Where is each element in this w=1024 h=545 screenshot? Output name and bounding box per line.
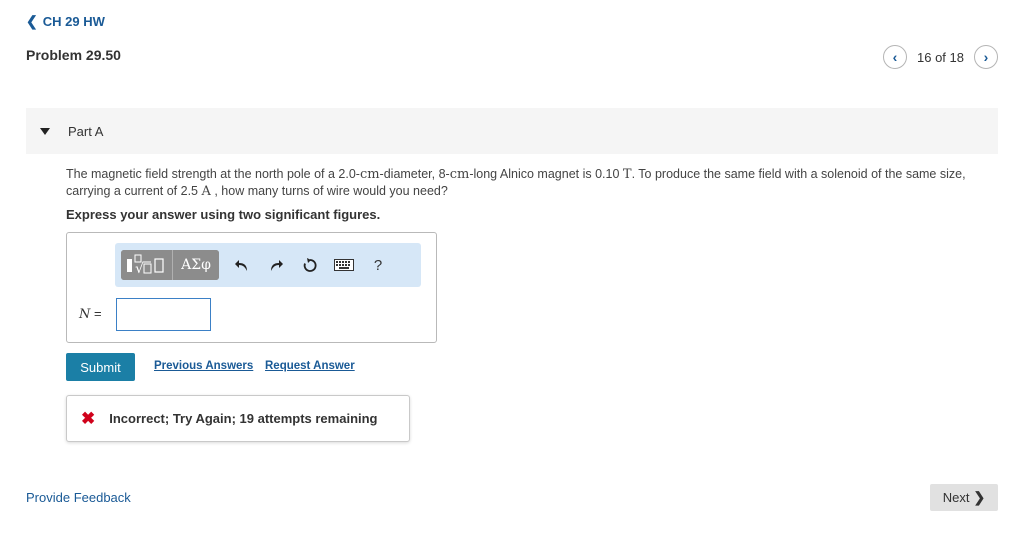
back-link-label: CH 29 HW [42,14,105,29]
previous-problem-button[interactable]: ‹ [883,45,907,69]
answer-input[interactable] [116,298,211,331]
question-fragment: , how many turns of wire would you need? [210,184,448,198]
variable-symbol: N [79,307,91,322]
question-text: The magnetic field strength at the north… [66,166,1001,200]
part-a-header[interactable]: Part A [26,108,998,154]
problem-count: 16 of 18 [917,49,964,65]
svg-text:√: √ [135,261,144,276]
answer-variable-label: N = [79,306,102,322]
chevron-left-icon: ❮ [26,13,38,29]
question-fragment: -long Alnico magnet is 0.10 [469,167,623,181]
question-fragment: -diameter, 8- [379,167,450,181]
next-button[interactable]: Next ❯ [930,484,998,511]
problem-pager: ‹ 16 of 18 › [883,45,998,69]
unit-cm: cm [449,167,470,182]
next-problem-button[interactable]: › [974,45,998,69]
collapse-triangle-icon [40,127,50,135]
help-button[interactable]: ? [361,250,395,280]
greek-symbols-button[interactable]: ΑΣφ [173,250,219,280]
chevron-right-icon: ❯ [973,489,986,505]
part-label: Part A [68,123,104,139]
problem-title: Problem 29.50 [26,47,121,63]
feedback-message-box: ✖ Incorrect; Try Again; 19 attempts rema… [66,395,410,442]
template-button-group: √ ΑΣφ [121,250,219,280]
request-answer-link[interactable]: Request Answer [265,360,355,372]
undo-icon[interactable] [225,250,259,280]
provide-feedback-link[interactable]: Provide Feedback [26,490,131,505]
feedback-message: Incorrect; Try Again; 19 attempts remain… [109,411,378,426]
math-toolbar: √ ΑΣφ ? [115,243,421,287]
question-fragment: The magnetic field strength at the north… [66,167,360,181]
answer-instruction: Express your answer using two significan… [66,207,381,222]
equals-sign: = [94,306,102,321]
submit-button[interactable]: Submit [66,353,135,381]
templates-button[interactable]: √ [121,250,173,280]
unit-cm: cm [359,167,380,182]
chevron-right-icon: › [983,49,989,65]
unit-tesla: T [622,167,632,182]
answer-box: √ ΑΣφ ? N = [66,232,437,343]
back-to-assignment-link[interactable]: ❮ CH 29 HW [26,13,105,30]
templates-icon: √ [126,254,164,276]
incorrect-x-icon: ✖ [81,408,96,428]
chevron-left-icon: ‹ [892,49,898,65]
next-button-label: Next [942,490,970,505]
reset-icon[interactable] [293,250,327,280]
previous-answers-link[interactable]: Previous Answers [154,360,253,372]
redo-icon[interactable] [259,250,293,280]
keyboard-icon[interactable] [327,250,361,280]
unit-ampere: A [201,184,211,199]
